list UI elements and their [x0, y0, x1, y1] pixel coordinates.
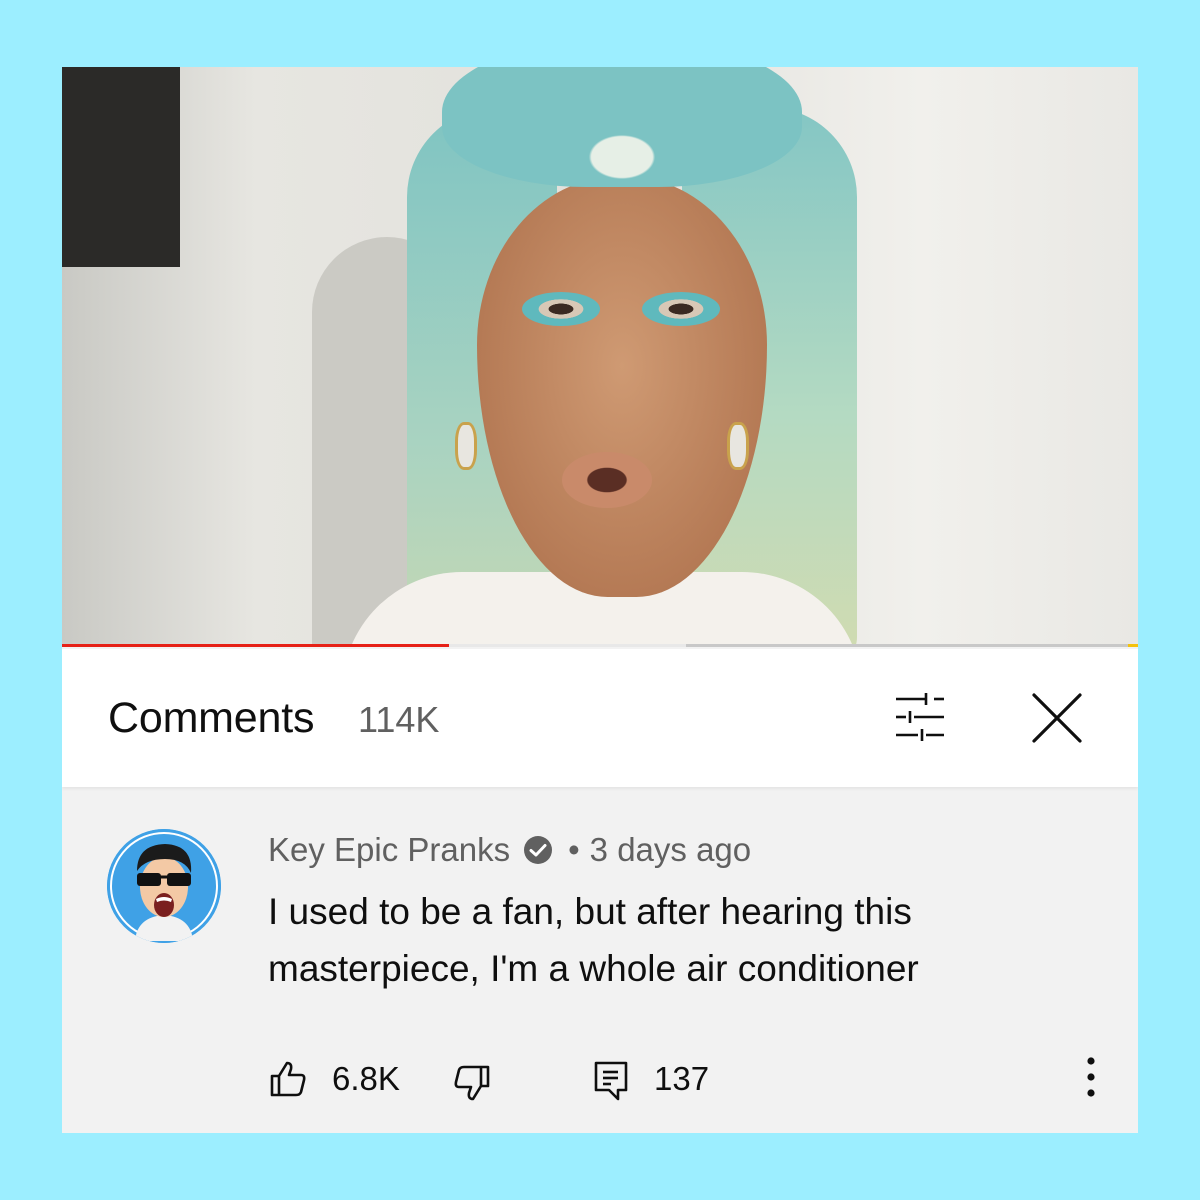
comment-author[interactable]: Key Epic Pranks	[268, 831, 510, 868]
comments-title: Comments	[108, 694, 315, 742]
video-hair-bow	[442, 67, 802, 187]
video-progress-played	[62, 644, 450, 647]
video-player[interactable]	[62, 67, 1138, 647]
comments-count: 114K	[358, 699, 440, 740]
reply-comment-icon	[594, 1061, 628, 1101]
avatar-image	[107, 829, 221, 943]
thumbs-up-icon	[270, 1061, 306, 1097]
meta-separator: •	[568, 831, 580, 868]
comment-timestamp: 3 days ago	[589, 831, 752, 868]
close-comments-button[interactable]	[1024, 685, 1090, 751]
sort-comments-button[interactable]	[882, 687, 958, 751]
comment-text: I used to be a fan, but after hearing th…	[268, 891, 919, 989]
comments-panel-card: Comments 114K Key Epic Pranks • 3 days a…	[62, 67, 1138, 1133]
verified-check-icon	[522, 834, 554, 866]
dislike-button[interactable]	[452, 1057, 496, 1101]
more-options-button[interactable]	[1076, 1053, 1106, 1101]
video-eye-left	[522, 292, 600, 326]
reply-button[interactable]: 137	[592, 1057, 732, 1101]
sliders-icon	[896, 693, 944, 741]
comment-meta: Key Epic Pranks • 3 days ago	[268, 831, 751, 869]
video-progress-bar[interactable]	[62, 644, 1138, 647]
comment-actions: 6.8K 137	[268, 1057, 1098, 1101]
close-icon	[1032, 693, 1082, 743]
video-earring-right	[727, 422, 749, 470]
comments-header: Comments 114K	[62, 649, 1138, 787]
like-button[interactable]: 6.8K	[268, 1057, 408, 1101]
video-mouth	[562, 452, 652, 508]
comment-item: Key Epic Pranks • 3 days ago I used to be …	[62, 787, 1138, 1133]
video-background-frame	[62, 67, 180, 267]
reply-count: 137	[654, 1060, 710, 1097]
more-vertical-icon	[1087, 1057, 1095, 1097]
video-progress-end-marker	[1128, 644, 1138, 647]
avatar[interactable]	[107, 829, 221, 943]
like-count: 6.8K	[332, 1060, 400, 1097]
video-earring-left	[455, 422, 477, 470]
thumbs-down-icon	[454, 1065, 490, 1101]
video-eye-right	[642, 292, 720, 326]
